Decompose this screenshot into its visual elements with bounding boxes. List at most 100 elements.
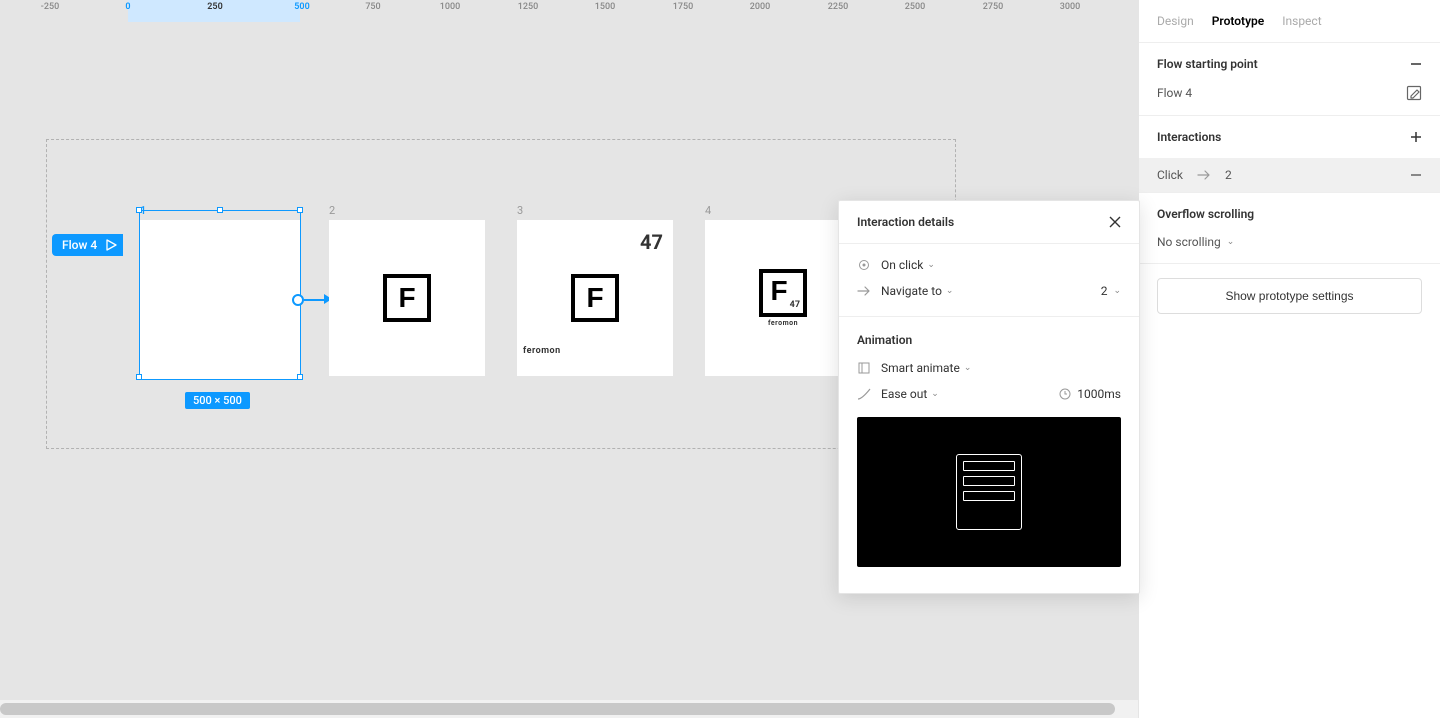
section-heading: Interactions — [1157, 130, 1221, 144]
interactions-section: Interactions Click 2 — [1139, 116, 1440, 193]
tab-design[interactable]: Design — [1157, 14, 1194, 28]
frame-1-wrap[interactable]: 1 — [140, 220, 300, 380]
prototype-connection-line — [304, 299, 326, 301]
flow-name-value[interactable]: Flow 4 — [1157, 86, 1406, 100]
ruler-mark: 1000 — [440, 0, 460, 12]
edit-icon[interactable] — [1406, 85, 1422, 101]
easing-label: Ease out — [881, 387, 927, 401]
animation-preview[interactable] — [857, 417, 1121, 567]
ruler-mark: 250 — [207, 0, 222, 12]
frame-3[interactable]: 47 F feromon — [517, 220, 673, 376]
flow-tag-label: Flow 4 — [62, 238, 97, 252]
corner-number: 47 — [640, 230, 663, 254]
handle-ne[interactable] — [297, 207, 303, 213]
chevron-down-icon: ⌄ — [1113, 286, 1121, 296]
easing-curve-icon — [857, 388, 871, 400]
ruler-mark: 1750 — [673, 0, 693, 12]
properties-sidebar: Design Prototype Inspect Flow starting p… — [1138, 0, 1440, 718]
action-label: Navigate to — [881, 284, 942, 298]
trigger-label: On click — [881, 258, 923, 272]
logo-box-icon: F — [571, 274, 619, 322]
duration-value: 1000ms — [1077, 387, 1121, 401]
minus-icon[interactable] — [1410, 58, 1422, 70]
frame-label: 3 — [517, 204, 523, 217]
prototype-connection-node[interactable] — [292, 294, 304, 306]
frame-2[interactable]: F — [329, 220, 485, 376]
interaction-target: 2 — [1225, 168, 1410, 182]
dimension-badge: 500 × 500 — [185, 392, 250, 409]
preview-row — [963, 491, 1015, 501]
ruler-mark: 2000 — [750, 0, 770, 12]
wordmark-text: feromon — [523, 346, 561, 356]
animation-type-dropdown[interactable]: Smart animate ⌄ — [839, 355, 1139, 381]
animation-heading: Animation — [839, 329, 1139, 355]
chevron-down-icon: ⌄ — [964, 363, 972, 373]
frame-3-wrap[interactable]: 3 47 F feromon — [517, 220, 673, 376]
logo-letter: F — [586, 282, 603, 314]
preview-row — [963, 461, 1015, 471]
ruler-mark: 1250 — [518, 0, 538, 12]
overflow-dropdown[interactable]: No scrolling ⌄ — [1157, 235, 1422, 249]
logo-letter: F — [398, 282, 415, 314]
interaction-trigger: Click — [1157, 168, 1183, 182]
ruler-mark: -250 — [41, 0, 59, 12]
horizontal-ruler: -250 0 250 500 750 1000 1250 1500 1750 2000 2250 25… — [0, 0, 1138, 22]
close-icon[interactable] — [1109, 216, 1121, 228]
easing-dropdown[interactable]: Ease out⌄ — [881, 387, 939, 401]
frame-label: 4 — [705, 204, 711, 217]
ruler-mark: 750 — [365, 0, 380, 12]
handle-n[interactable] — [217, 207, 223, 213]
frame-2-wrap[interactable]: 2 F — [329, 220, 485, 376]
show-prototype-settings-button[interactable]: Show prototype settings — [1157, 278, 1422, 314]
minus-icon[interactable] — [1410, 169, 1422, 181]
logo-letter: F — [770, 275, 787, 307]
action-dropdown[interactable]: Navigate to ⌄ — [881, 284, 953, 298]
scrollbar-thumb[interactable] — [0, 703, 1115, 715]
duration-input[interactable]: 1000ms — [1059, 387, 1121, 401]
frame-label: 2 — [329, 204, 335, 217]
preview-device-icon — [956, 454, 1022, 530]
play-icon — [106, 239, 117, 251]
destination-dropdown[interactable]: 2⌄ — [1101, 284, 1121, 298]
clock-icon — [1059, 388, 1071, 400]
animation-type-label: Smart animate — [881, 361, 960, 375]
overflow-scrolling-section: Overflow scrolling No scrolling ⌄ — [1139, 193, 1440, 264]
destination-value: 2 — [1101, 284, 1108, 298]
handle-nw[interactable] — [136, 207, 142, 213]
selection-outline — [139, 210, 301, 380]
flow-starting-tag[interactable]: Flow 4 — [52, 234, 123, 256]
ruler-mark: 0 — [125, 0, 130, 12]
panel-title: Interaction details — [857, 215, 954, 229]
interaction-details-panel: Interaction details On click ⌄ Navigate t… — [838, 200, 1140, 594]
arrow-right-icon — [1197, 170, 1211, 180]
handle-sw[interactable] — [136, 374, 142, 380]
section-heading: Flow starting point — [1157, 57, 1258, 71]
preview-row — [963, 476, 1015, 486]
plus-icon[interactable] — [1410, 131, 1422, 143]
ruler-mark: 2500 — [905, 0, 925, 12]
logo-sub-number: 47 — [790, 300, 800, 310]
logo-sub-text: feromon — [768, 319, 798, 327]
ruler-mark: 2250 — [828, 0, 848, 12]
trigger-dropdown[interactable]: On click ⌄ — [839, 252, 1139, 278]
tab-inspect[interactable]: Inspect — [1282, 14, 1321, 28]
navigate-icon — [857, 286, 871, 296]
overflow-value: No scrolling — [1157, 235, 1221, 249]
sidebar-tabs: Design Prototype Inspect — [1139, 0, 1440, 43]
handle-se[interactable] — [297, 374, 303, 380]
chevron-down-icon: ⌄ — [946, 286, 954, 296]
logo-box-icon: F 47 — [759, 269, 807, 317]
trigger-icon — [857, 259, 871, 271]
interaction-item[interactable]: Click 2 — [1139, 158, 1440, 192]
section-heading: Overflow scrolling — [1157, 207, 1254, 221]
tab-prototype[interactable]: Prototype — [1212, 14, 1265, 28]
horizontal-scrollbar[interactable] — [0, 700, 1138, 718]
ruler-mark: 1500 — [595, 0, 615, 12]
logo-box-icon: F — [383, 274, 431, 322]
chevron-down-icon: ⌄ — [927, 260, 935, 270]
ruler-mark: 500 — [294, 0, 309, 12]
flow-starting-point-section: Flow starting point Flow 4 — [1139, 43, 1440, 116]
ruler-mark: 2750 — [983, 0, 1003, 12]
ruler-mark: 3000 — [1060, 0, 1080, 12]
chevron-down-icon: ⌄ — [1227, 237, 1235, 247]
